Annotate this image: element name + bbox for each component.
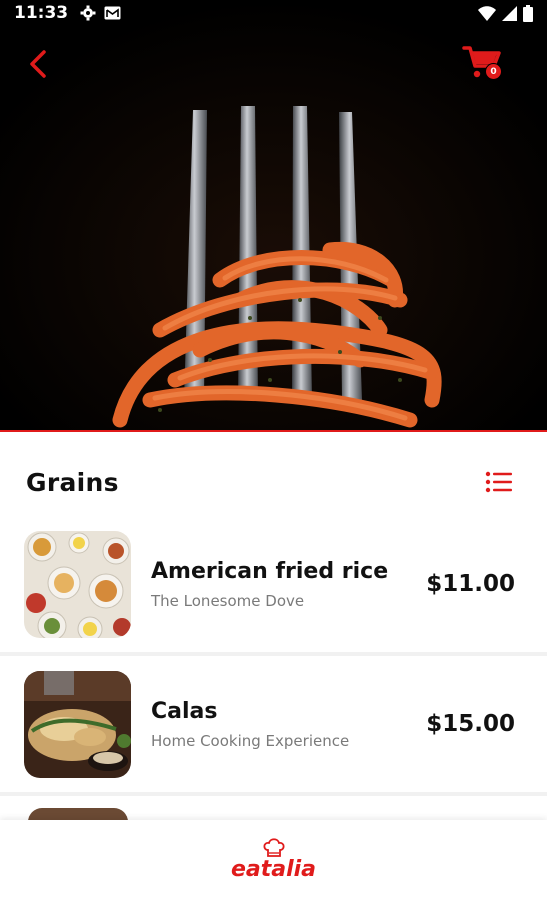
cart-count-badge: 0 — [485, 63, 502, 80]
hero-divider — [0, 430, 547, 432]
list-icon — [485, 471, 512, 493]
mail-icon — [104, 6, 121, 20]
back-button[interactable] — [22, 46, 54, 82]
section-title: Grains — [26, 467, 119, 497]
item-vendor: The Lonesome Dove — [151, 591, 305, 610]
brand-logo: eatalia — [230, 837, 317, 883]
gear-icon — [80, 5, 96, 21]
section-header: Grains — [0, 448, 547, 516]
status-time: 11:33 — [14, 3, 69, 23]
list-view-button[interactable] — [483, 467, 515, 497]
chevron-left-icon — [30, 50, 46, 78]
wifi-icon — [478, 5, 496, 21]
status-bar: 11:33 — [0, 0, 547, 26]
item-name: American fried rice — [151, 558, 389, 584]
chef-hat-icon — [262, 837, 285, 857]
brand-name: eatalia — [230, 856, 317, 882]
item-name: Calas — [151, 698, 218, 724]
item-thumbnail — [24, 530, 131, 638]
list-item[interactable]: American fried rice The Lonesome Dove $1… — [0, 516, 547, 656]
item-thumbnail — [24, 670, 131, 778]
item-vendor: Home Cooking Experience — [151, 731, 350, 750]
cart-button[interactable]: 0 — [462, 44, 508, 84]
battery-icon — [523, 4, 533, 22]
food-spread-image — [24, 530, 131, 638]
calas-dish-image — [24, 670, 131, 778]
product-list: American fried rice The Lonesome Dove $1… — [0, 516, 547, 796]
bottom-bar: eatalia — [0, 820, 547, 900]
item-price: $15.00 — [426, 711, 515, 737]
list-item[interactable]: Calas Home Cooking Experience $15.00 — [0, 656, 547, 796]
signal-icon — [502, 5, 517, 21]
item-price: $11.00 — [426, 571, 515, 597]
